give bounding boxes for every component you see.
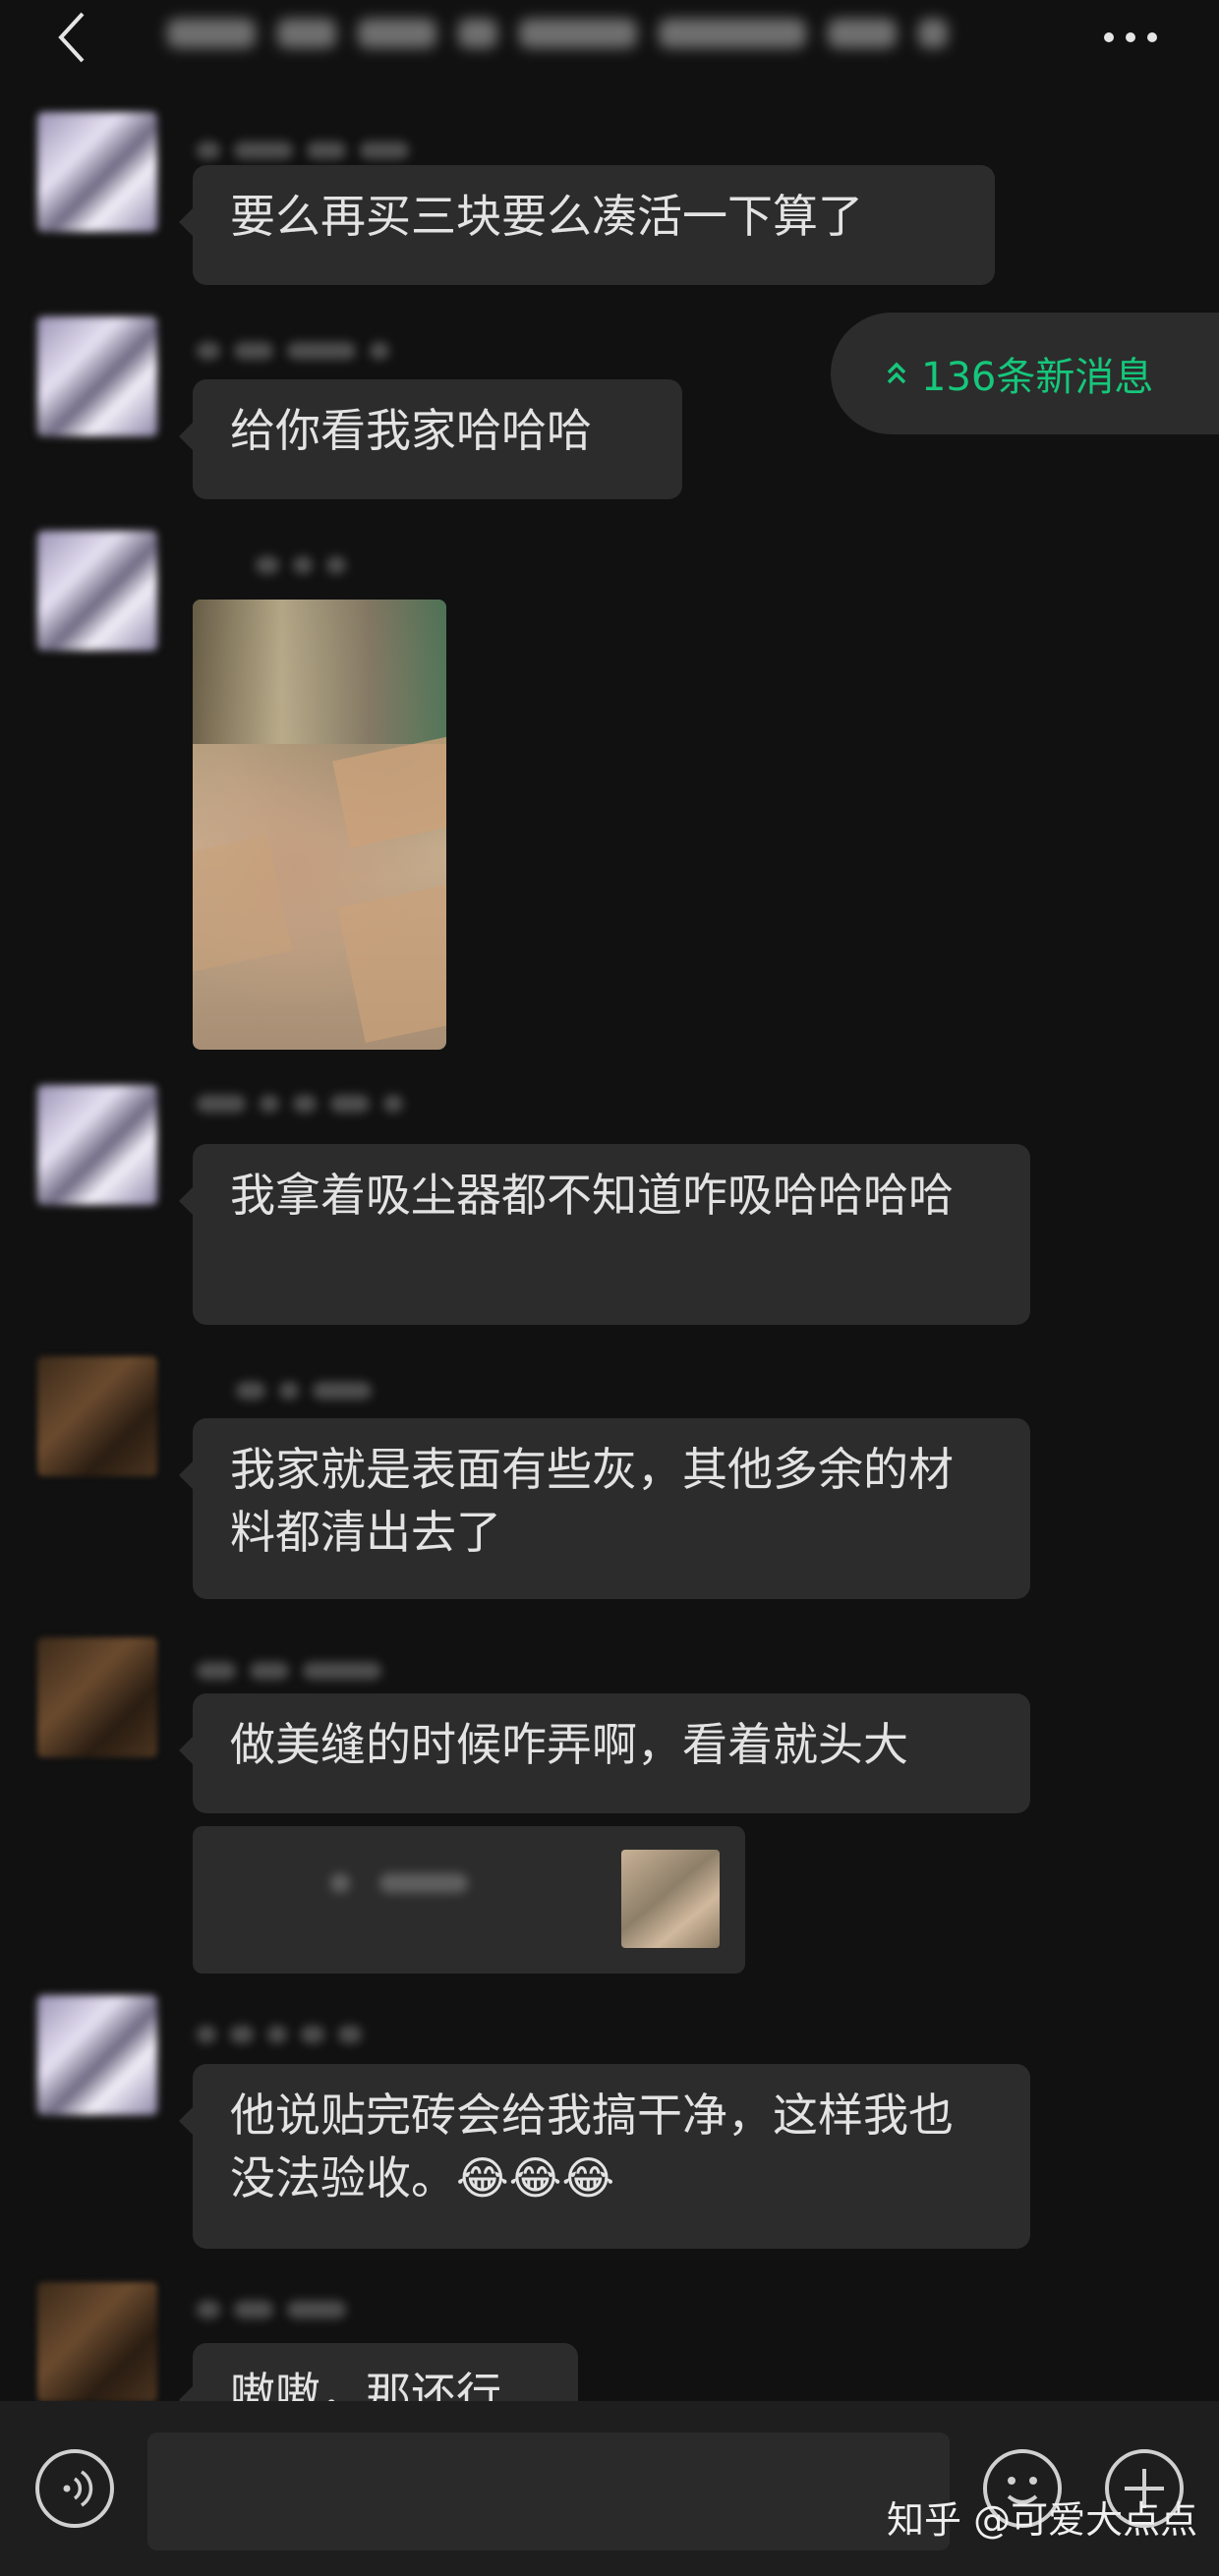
chat-title-blurred [167,8,1052,59]
avatar[interactable] [37,1995,157,2115]
sender-name-blurred [197,336,389,366]
message-input[interactable] [147,2433,950,2550]
back-button[interactable] [47,8,96,67]
avatar[interactable] [37,112,157,232]
watermark: 知乎 @可爱大点点 [887,2498,1198,2542]
message-text: 给你看我家哈哈哈 [230,404,592,457]
new-messages-pill[interactable]: 136条新消息 [831,313,1219,434]
sender-name-blurred [236,1376,372,1405]
chevron-left-icon [58,12,85,63]
sender-name-blurred [197,1089,403,1118]
sender-name-blurred [256,550,346,580]
message-text: 他说贴完砖会给我搞干净，这样我也没法验收。😂😂😂 [230,2089,954,2204]
message-bubble[interactable]: 他说贴完砖会给我搞干净，这样我也没法验收。😂😂😂 [179,2064,1030,2249]
more-dots-icon [1104,32,1157,42]
double-chevron-up-icon [887,362,906,384]
avatar[interactable] [37,1637,157,1757]
image-message[interactable] [193,600,446,1050]
avatar[interactable] [37,1085,157,1205]
message-bubble[interactable]: 给你看我家哈哈哈 [179,379,682,499]
avatar[interactable] [37,316,157,436]
quoted-image-thumbnail [621,1850,720,1948]
sender-name-blurred [197,1656,381,1686]
message-text: 我家就是表面有些灰，其他多余的材料都清出去了 [230,1443,954,1559]
avatar[interactable] [37,1356,157,1476]
voice-button[interactable] [35,2449,114,2528]
sender-name-blurred [197,136,409,165]
sender-name-blurred [197,2295,346,2324]
avatar[interactable] [37,531,157,651]
message-text: 做美缝的时候咋弄啊，看着就头大 [230,1718,908,1771]
new-messages-label: 136条新消息 [921,355,1154,400]
avatar[interactable] [37,2282,157,2402]
sender-name-blurred [197,2020,362,2049]
message-bubble[interactable]: 做美缝的时候咋弄啊，看着就头大 [179,1693,1030,1813]
voice-icon [63,2470,93,2507]
quoted-message[interactable] [193,1826,745,1974]
message-bubble[interactable]: 要么再买三块要么凑活一下算了 [179,165,995,285]
message-bubble[interactable]: 我拿着吸尘器都不知道咋吸哈哈哈哈 [179,1144,1030,1325]
message-bubble[interactable]: 我家就是表面有些灰，其他多余的材料都清出去了 [179,1418,1030,1599]
more-button[interactable] [1096,8,1165,67]
message-text: 要么再买三块要么凑活一下算了 [230,190,863,243]
message-text: 我拿着吸尘器都不知道咋吸哈哈哈哈 [230,1169,954,1222]
